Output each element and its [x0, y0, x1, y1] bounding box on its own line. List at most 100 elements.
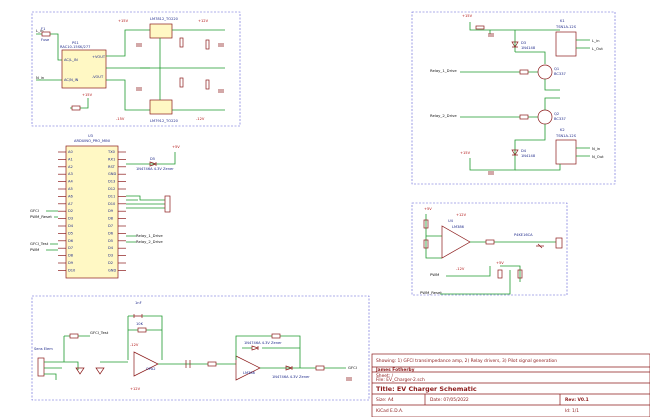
title-main: Title: EV Charger Schematic	[376, 385, 477, 393]
regulator-positive	[149, 23, 173, 39]
net-l-in-k1: L_in	[592, 38, 600, 43]
net-gfci-test: GFCI_Test	[30, 241, 49, 246]
mcu-pin-left-10: D4	[68, 224, 74, 228]
svg-text:LM386: LM386	[452, 225, 465, 229]
title-rev: Rev: V0.1	[565, 397, 589, 403]
mcu-pin-right-0: TX0	[107, 150, 116, 154]
pilot-signal: +5V U4 LM386 +12V -12V P4KE16CA PWM PWM_…	[420, 207, 563, 295]
svg-text:-12V: -12V	[456, 267, 465, 271]
svg-text:AC/N_IN: AC/N_IN	[64, 78, 79, 82]
title-kicad: KiCad E.D.A.	[376, 408, 403, 414]
svg-text:LM386: LM386	[243, 371, 256, 375]
title-author: James Fotherby	[375, 367, 415, 373]
net-pwm-reset: PWM_Reset	[30, 214, 52, 219]
svg-text:-15V: -15V	[116, 117, 125, 121]
svg-text:+15V: +15V	[460, 151, 471, 155]
opamp-u5a	[133, 351, 159, 377]
svg-text:U3: U3	[88, 134, 93, 138]
mcu-pin-right-14: D3	[108, 254, 113, 258]
svg-text:K2: K2	[560, 128, 565, 132]
mcu-pin-right-16: GND	[108, 268, 116, 272]
relay-k1	[555, 31, 577, 57]
svg-text:D3: D3	[521, 41, 526, 45]
svg-text:Sens Elem: Sens Elem	[34, 347, 53, 351]
title-file: File: EV_Charger-2.sch	[376, 377, 425, 383]
regulator-negative	[149, 99, 173, 115]
mcu-pin-left-9: D3	[68, 217, 73, 221]
net-gfci: GFCI	[30, 208, 39, 213]
mcu-pin-left-7: A7	[68, 202, 73, 206]
net-gfci-out: GFCI	[348, 365, 357, 370]
mcu-pin-right-6: D11	[108, 194, 115, 198]
mcu-pin-left-2: A2	[68, 165, 73, 169]
svg-text:RAC10-15SK/277: RAC10-15SK/277	[60, 45, 90, 49]
net-l-out: L_Out	[592, 46, 603, 51]
svg-text:F1: F1	[41, 27, 45, 31]
mcu-pin-right-3: GND	[108, 172, 116, 176]
net-relay2-drive: Relay_2_Drive	[430, 113, 457, 118]
mcu-pin-right-15: D2	[108, 261, 113, 265]
region-relay-drivers	[411, 11, 616, 185]
svg-text:1nF: 1nF	[135, 301, 142, 305]
svg-text:+12V: +12V	[130, 387, 141, 391]
sensor-connector	[37, 357, 45, 377]
net-pwm-reset-pilot: PWM_Reset	[420, 290, 442, 295]
net-n-in-k2: N_in	[592, 146, 601, 151]
header-j2	[164, 195, 171, 213]
title-size: Size: A4	[376, 397, 394, 403]
mcu-pin-right-1: RX1	[108, 157, 115, 161]
svg-text:D5: D5	[150, 157, 155, 161]
svg-text:-12V: -12V	[196, 117, 205, 121]
net-n-out: N_Out	[592, 154, 604, 159]
power-supply: L_in N_in F1 Fuse PS1 RAC10-15SK/277 AC/…	[36, 17, 225, 123]
mcu-pin-right-7: D10	[108, 202, 116, 206]
svg-text:D4: D4	[521, 149, 527, 153]
net-n-in: N_in	[36, 75, 45, 80]
svg-text:+15V: +15V	[462, 14, 473, 18]
net-gfci-test-amp: GFCI_Test	[90, 330, 109, 335]
svg-text:BC337: BC337	[554, 117, 566, 121]
title-note: Showing: 1) GFCI transimpedance amp, 2) …	[376, 358, 557, 364]
mcu-pin-left-5: A5	[68, 187, 73, 191]
net-relay1-mcu: Relay_1_Drive	[136, 233, 163, 238]
mcu: U3 ARDUINO_PRO_MINI A0 A1 A2 A3 A4 A5 A6 A7 D2 D3…	[30, 134, 180, 279]
mcu-pin-left-3: A3	[68, 172, 73, 176]
mcu-pin-left-8: D2	[68, 209, 73, 213]
title-id: Id: 1/1	[565, 408, 579, 414]
svg-text:+12V: +12V	[198, 19, 209, 23]
svg-text:OPA2: OPA2	[146, 367, 156, 371]
svg-text:+12V: +12V	[456, 213, 467, 217]
mcu-pin-right-13: D4	[108, 246, 114, 250]
transistor-q1	[537, 64, 553, 80]
title-block: Showing: 1) GFCI transimpedance amp, 2) …	[371, 353, 650, 417]
svg-text:Fuse: Fuse	[41, 38, 50, 42]
svg-text:LM7812_TO220: LM7812_TO220	[150, 17, 179, 21]
svg-text:P4KE16CA: P4KE16CA	[514, 233, 533, 237]
relay-k2	[555, 139, 577, 165]
mcu-pin-left-12: D6	[68, 239, 74, 243]
gfci-section: Sens Elem GFCI_Test 1nF 10K OPA2 -12V +1…	[34, 301, 357, 391]
svg-text:AC/L_IN: AC/L_IN	[64, 58, 78, 62]
region-gfci	[31, 295, 370, 401]
mcu-pin-left-16: D10	[68, 268, 76, 272]
svg-text:K1: K1	[560, 19, 565, 23]
svg-text:+5V: +5V	[424, 207, 432, 211]
svg-text:-VOUT: -VOUT	[92, 75, 104, 79]
svg-text:U4: U4	[448, 219, 454, 223]
svg-text:10K: 10K	[136, 322, 144, 326]
net-pwm: PWM	[30, 247, 39, 252]
mcu-pin-left-0: A0	[68, 150, 73, 154]
mcu-pin-right-4: D13	[108, 180, 115, 184]
mcu-pin-left-15: D9	[68, 261, 74, 265]
svg-text:Q1: Q1	[554, 67, 559, 71]
mcu-pin-right-9: D8	[108, 217, 114, 221]
svg-text:+5V: +5V	[172, 145, 180, 149]
svg-text:BC337: BC337	[554, 72, 566, 76]
svg-text:-12V: -12V	[130, 343, 139, 347]
svg-text:LM7912_TO220: LM7912_TO220	[150, 119, 179, 123]
mcu-pin-right-2: RST	[108, 165, 116, 169]
svg-text:+5V: +5V	[496, 261, 504, 265]
svg-text:1N4148: 1N4148	[521, 46, 536, 50]
svg-text:1N4746A 4.3V Zener: 1N4746A 4.3V Zener	[272, 375, 310, 379]
svg-text:1N4746A 4.3V Zener: 1N4746A 4.3V Zener	[244, 341, 282, 345]
